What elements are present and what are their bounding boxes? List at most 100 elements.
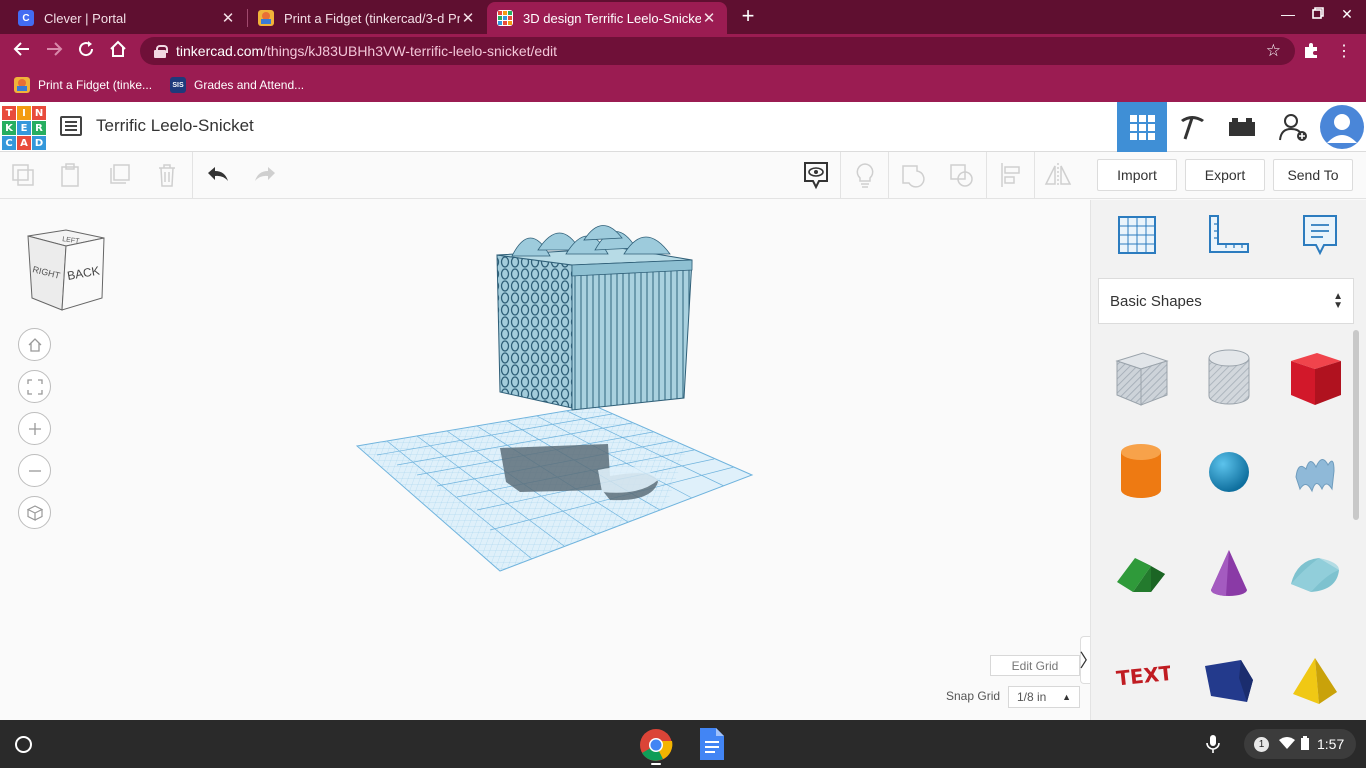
logo-letter: K [2,121,16,135]
logo-letter: R [32,121,46,135]
tinkercad-logo[interactable]: T I N K E R C A D [2,106,46,150]
tinkercad-header: T I N K E R C A D Terrific Leelo-Snicket [0,102,1366,152]
align-icon[interactable] [996,160,1026,190]
mirror-icon[interactable] [1043,160,1073,190]
toolbar-divider [840,152,841,199]
notes-view-icon[interactable] [801,160,831,190]
tab-strip: C Clever | Portal ✕ Print a Fidget (tink… [0,0,1366,34]
shape-pyramid[interactable] [1285,648,1345,714]
shape-box-hole[interactable] [1111,345,1171,411]
design-title[interactable]: Terrific Leelo-Snicket [96,116,254,136]
shape-cone[interactable] [1199,540,1259,606]
restore-icon[interactable] [1308,6,1328,22]
group-icon[interactable] [898,160,928,190]
notification-badge: 1 [1254,736,1269,752]
shape-round-roof[interactable] [1285,540,1345,606]
export-button[interactable]: Export [1185,159,1265,191]
logo-letter: A [17,136,31,150]
toolbar-divider [192,152,193,199]
home-view-icon[interactable] [18,328,51,361]
close-tab-icon[interactable]: ✕ [701,9,717,27]
delete-icon[interactable] [152,160,182,190]
extensions-icon[interactable] [1301,41,1321,64]
tab-clever[interactable]: C Clever | Portal ✕ [8,2,246,34]
close-tab-icon[interactable]: ✕ [220,9,236,27]
home-icon[interactable] [107,40,129,62]
minimize-icon[interactable]: — [1278,6,1298,22]
workplane-icon[interactable] [1114,212,1160,258]
shape-roof[interactable] [1111,540,1171,606]
shape-sphere[interactable] [1199,439,1259,505]
address-bar[interactable]: tinkercad.com/things/kJ83UBHh3VW-terrifi… [140,37,1295,65]
shape-cylinder[interactable] [1111,439,1171,505]
lightbulb-icon[interactable] [850,160,880,190]
workplane-viewport[interactable]: LEFT RIGHT BACK Edit Grid Snap Grid 1/8 … [0,200,1098,720]
copy-icon[interactable] [8,160,38,190]
new-tab-button[interactable]: + [737,4,759,28]
tab-title: 3D design Terrific Leelo-Snicket | [523,10,701,26]
edit-toolbar [0,152,1090,199]
chrome-app-icon[interactable] [639,728,673,762]
undo-icon[interactable] [203,160,233,190]
fit-view-icon[interactable] [18,370,51,403]
snap-grid-select[interactable]: 1/8 in ▲ [1008,686,1080,708]
caret-up-icon: ▲ [1062,692,1071,702]
invite-user-icon[interactable] [1268,102,1318,152]
send-to-button[interactable]: Send To [1273,159,1353,191]
panel-scrollbar[interactable] [1353,330,1359,520]
shape-polygon[interactable] [1199,648,1259,714]
3d-design-view-button[interactable] [1117,102,1167,152]
snap-grid-value: 1/8 in [1017,690,1047,704]
tab-tinkercad[interactable]: 3D design Terrific Leelo-Snicket | ✕ [487,2,727,34]
docs-app-icon[interactable] [700,728,726,760]
shape-text[interactable]: TEXT [1111,640,1171,706]
microphone-icon[interactable] [1205,734,1223,754]
user-avatar[interactable] [1318,102,1366,152]
toolbar-divider [986,152,987,199]
reload-icon[interactable] [75,40,97,62]
ruler-icon[interactable] [1205,212,1251,258]
battery-icon [1301,735,1309,753]
fidget-model[interactable] [496,225,693,411]
close-window-icon[interactable]: ✕ [1337,6,1357,23]
zoom-in-icon[interactable] [18,412,51,445]
bookmark-star-icon[interactable]: ☆ [1266,41,1281,61]
text-shape-label: TEXT [1115,661,1170,691]
zoom-out-icon[interactable] [18,454,51,487]
shape-library-select[interactable]: Basic Shapes ▲ ▼ [1098,278,1354,324]
status-tray[interactable]: 1 1:57 [1244,729,1356,759]
more-menu-icon[interactable]: ⋮ [1334,41,1354,61]
toolbar-divider [888,152,889,199]
launcher-icon[interactable] [15,736,32,753]
blocks-pickaxe-icon[interactable] [1167,102,1217,152]
view-cube[interactable]: LEFT RIGHT BACK [22,226,108,314]
back-icon[interactable] [11,40,33,62]
design-menu-icon[interactable] [60,116,82,136]
bookmark-print-a-fidget[interactable]: Print a Fidget (tinke... [14,77,152,93]
notes-icon[interactable] [1297,212,1343,258]
logo-letter: I [17,106,31,120]
ungroup-icon[interactable] [947,160,977,190]
duplicate-icon[interactable] [104,160,134,190]
tab-title: Clever | Portal [44,10,127,26]
edit-grid-button[interactable]: Edit Grid [990,655,1080,676]
lock-icon[interactable] [154,45,168,58]
shape-cylinder-hole[interactable] [1199,345,1259,411]
logo-letter: T [2,106,16,120]
shape-box[interactable] [1285,345,1345,411]
action-buttons-bar: Import Export Send To [1090,152,1366,199]
forward-icon[interactable] [43,40,65,62]
shapes-panel: Basic Shapes ▲ ▼ TEXT [1090,200,1366,720]
import-button[interactable]: Import [1097,159,1177,191]
bookmarks-bar: Print a Fidget (tinke... SIS Grades and … [0,68,1366,102]
fidget-favicon [258,10,274,26]
bricks-icon[interactable] [1217,102,1267,152]
perspective-icon[interactable] [18,496,51,529]
close-tab-icon[interactable]: ✕ [460,9,476,27]
paste-icon[interactable] [56,160,86,190]
tab-print-a-fidget[interactable]: Print a Fidget (tinkercad/3-d Prin ✕ [248,2,486,34]
bookmark-grades[interactable]: SIS Grades and Attend... [170,77,304,93]
redo-icon[interactable] [250,160,280,190]
logo-letter: E [17,121,31,135]
shape-scribble[interactable] [1285,439,1345,505]
